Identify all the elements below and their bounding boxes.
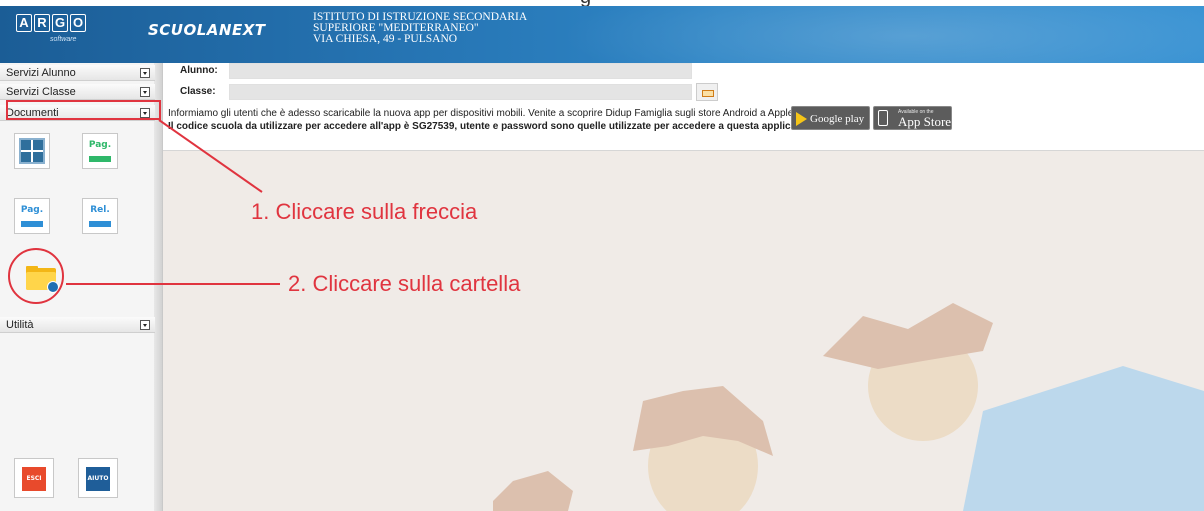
annotation-line-1 [158,119,263,193]
annotation-step-2: 2. Cliccare sulla cartella [288,271,521,296]
annotation-step-1: 1. Cliccare sulla freccia [251,199,478,224]
annotation-overlay [66,119,280,285]
